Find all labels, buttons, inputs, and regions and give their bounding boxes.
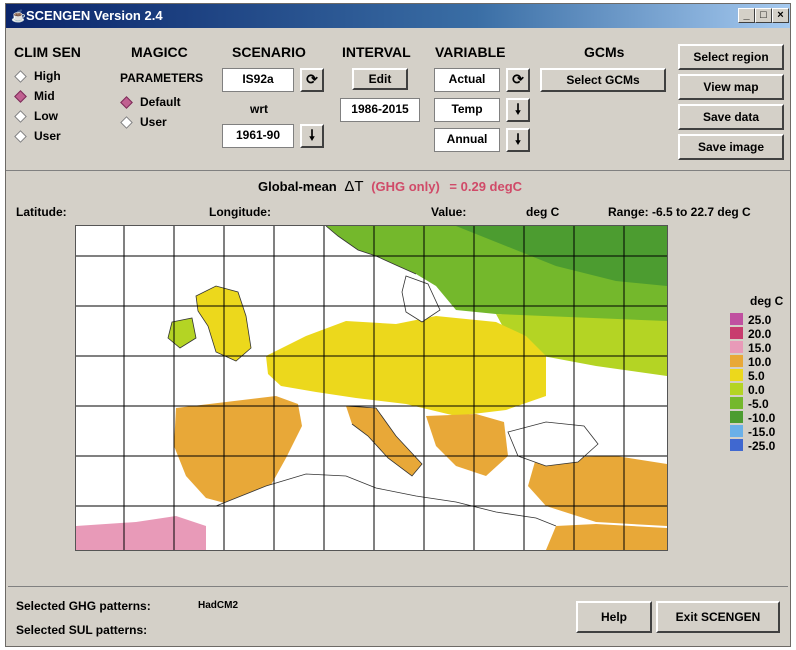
interval-field[interactable]: 1986-2015 [340, 98, 420, 122]
clim-sen-header: CLIM SEN [14, 44, 81, 60]
close-button[interactable]: × [772, 8, 789, 23]
legend-title: deg C [750, 294, 784, 308]
clim-sen-low-radio[interactable]: Low [14, 108, 58, 124]
legend-swatch [730, 355, 743, 367]
ghg-only-note: (GHG only) [371, 179, 440, 194]
wrt-label: wrt [250, 102, 268, 116]
range-readout: Range: -6.5 to 22.7 deg C [608, 205, 751, 219]
global-mean-line: Global-mean ΔT (GHG only) = 0.29 degC [258, 178, 522, 195]
magicc-parameters-label: PARAMETERS [120, 71, 204, 85]
minimize-button[interactable]: _ [738, 8, 755, 23]
select-gcms-button[interactable]: Select GCMs [540, 68, 666, 92]
save-data-button[interactable]: Save data [678, 104, 784, 130]
temperature-map[interactable] [75, 225, 668, 551]
variable-header: VARIABLE [435, 44, 506, 60]
clim-sen-mid-radio[interactable]: Mid [14, 88, 55, 104]
legend-label: 15.0 [748, 341, 772, 355]
legend-swatch [730, 327, 743, 339]
delta-t-symbol: ΔT [344, 178, 364, 195]
season-field[interactable]: Annual [434, 128, 500, 152]
legend-label: -15.0 [748, 425, 776, 439]
value-unit: deg C [526, 205, 560, 219]
scenario-field[interactable]: IS92a [222, 68, 294, 92]
legend-swatch [730, 439, 743, 451]
legend-swatch [730, 383, 743, 395]
save-image-button[interactable]: Save image [678, 134, 784, 160]
latitude-label: Latitude: [16, 205, 67, 219]
value-label: Value: [431, 205, 467, 219]
help-button[interactable]: Help [576, 601, 652, 633]
reference-period-field[interactable]: 1961-90 [222, 124, 294, 148]
longitude-label: Longitude: [209, 205, 271, 219]
scenario-header: SCENARIO [232, 44, 306, 60]
divider [6, 170, 790, 171]
scengen-window: ☕ SCENGEN Version 2.4 _ □ × CLIM SEN Hig… [5, 3, 791, 647]
legend-swatch [730, 369, 743, 381]
legend-label: 5.0 [748, 369, 765, 383]
legend-label: 25.0 [748, 313, 772, 327]
magicc-user-radio[interactable]: User [120, 114, 167, 130]
variable-mode-field[interactable]: Actual [434, 68, 500, 92]
reference-dropdown-arrow-icon[interactable]: 🠗 [300, 124, 324, 148]
global-mean-value: = 0.29 degC [449, 179, 523, 194]
ghg-patterns-value: HadCM2 [198, 600, 239, 611]
gcms-header: GCMs [584, 44, 625, 60]
variable-dropdown-arrow-icon[interactable]: 🠗 [506, 98, 530, 122]
exit-scengen-button[interactable]: Exit SCENGEN [656, 601, 780, 633]
clim-sen-high-radio[interactable]: High [14, 68, 61, 84]
legend-label: -10.0 [748, 411, 776, 425]
window-title: SCENGEN Version 2.4 [26, 8, 163, 23]
select-region-button[interactable]: Select region [678, 44, 784, 70]
legend-label: -5.0 [748, 397, 769, 411]
magicc-header: MAGICC [131, 44, 188, 60]
sul-patterns-label: Selected SUL patterns: [16, 623, 148, 637]
legend-label: -25.0 [748, 439, 776, 453]
magicc-default-radio[interactable]: Default [120, 94, 181, 110]
variable-cycle-icon[interactable]: ⟳ [506, 68, 530, 92]
interval-edit-button[interactable]: Edit [352, 68, 408, 90]
legend-swatch [730, 425, 743, 437]
clim-sen-user-radio[interactable]: User [14, 128, 61, 144]
legend-label: 10.0 [748, 355, 772, 369]
legend-swatch [730, 313, 743, 325]
legend-label: 0.0 [748, 383, 765, 397]
ghg-patterns-label: Selected GHG patterns: [16, 599, 151, 613]
control-panel: CLIM SEN High Mid Low User MAGICC PARAME… [10, 34, 786, 166]
season-dropdown-arrow-icon[interactable]: 🠗 [506, 128, 530, 152]
maximize-button[interactable]: □ [755, 8, 772, 23]
scenario-cycle-icon[interactable]: ⟳ [300, 68, 324, 92]
legend-swatch [730, 397, 743, 409]
interval-header: INTERVAL [342, 44, 411, 60]
global-mean-prefix: Global-mean [258, 179, 337, 194]
title-bar: ☕ SCENGEN Version 2.4 _ □ × [6, 4, 790, 28]
status-panel: Selected GHG patterns: HadCM2 Selected S… [8, 586, 788, 645]
legend-swatch [730, 411, 743, 423]
legend-label: 20.0 [748, 327, 772, 341]
map-canvas [76, 226, 667, 550]
app-icon: ☕ [11, 9, 26, 23]
legend-swatch [730, 341, 743, 353]
view-map-button[interactable]: View map [678, 74, 784, 100]
variable-field[interactable]: Temp [434, 98, 500, 122]
